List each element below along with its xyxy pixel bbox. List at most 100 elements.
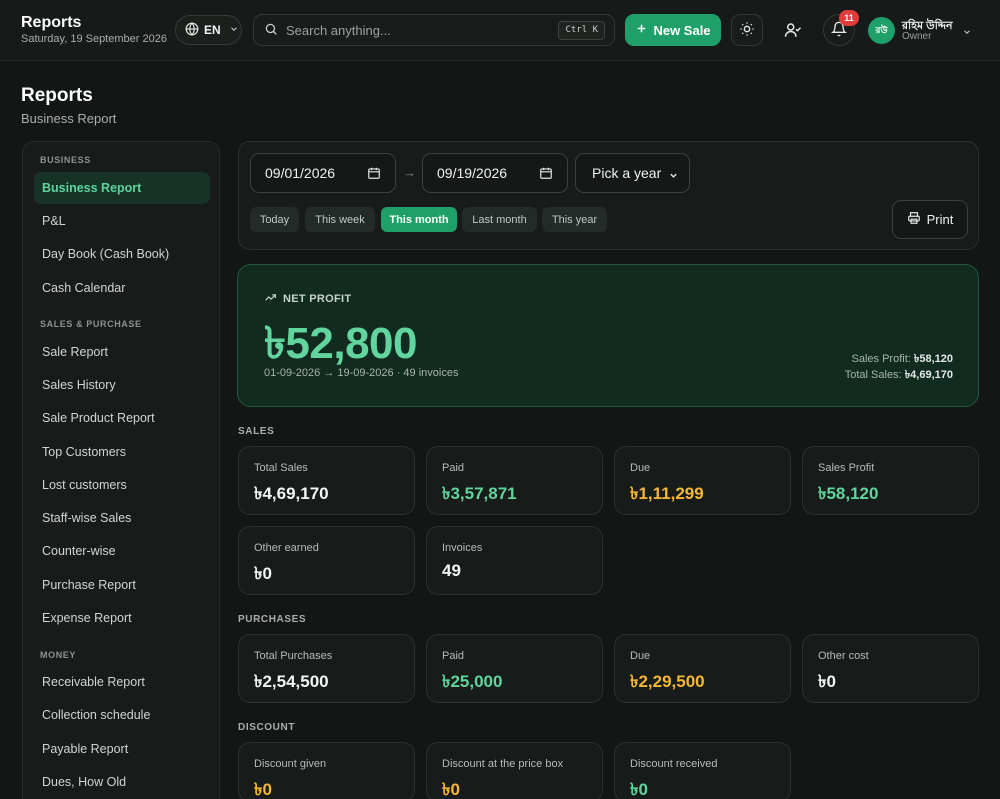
stat-label: Due: [630, 650, 651, 662]
sidebar-item-receivable-report[interactable]: Receivable Report: [34, 666, 210, 698]
user-switch-button[interactable]: [782, 20, 804, 42]
stat-card-sales-paid: Paid ৳3,57,871: [426, 446, 603, 515]
to-date-input[interactable]: 09/19/2026: [422, 153, 568, 193]
quick-range-last-month[interactable]: Last month: [462, 207, 537, 232]
quick-range-this-month[interactable]: This month: [381, 207, 457, 232]
stat-card-total-sales: Total Sales ৳4,69,170: [238, 446, 415, 515]
stat-value: ৳2,54,500: [254, 672, 329, 691]
stat-value: ৳2,29,500: [630, 672, 705, 691]
stat-value: ৳0: [254, 780, 272, 799]
year-select-value: Pick a year: [592, 165, 662, 181]
total-sales-label: Total Sales:: [844, 369, 902, 381]
page-title: Reports: [21, 85, 93, 106]
app-title: Reports: [21, 14, 82, 31]
print-button[interactable]: Print: [892, 200, 968, 239]
stat-card-discount-received: Discount received ৳0: [614, 742, 791, 799]
quick-range-today[interactable]: Today: [250, 207, 299, 232]
sidebar-item-p-and-l[interactable]: P&L: [34, 205, 210, 237]
stat-card-other-earned: Other earned ৳0: [238, 526, 415, 595]
stat-label: Other cost: [818, 650, 869, 662]
new-sale-button[interactable]: New Sale: [625, 14, 721, 46]
chevron-down-icon[interactable]: [962, 25, 972, 40]
net-profit-breakdown: Sales Profit: ৳58,120 Total Sales: ৳4,69…: [845, 351, 953, 383]
new-sale-label: New Sale: [653, 22, 711, 38]
stat-value: ৳58,120: [818, 484, 879, 503]
stat-value: ৳0: [818, 672, 836, 691]
sidebar-item-collection-schedule[interactable]: Collection schedule: [34, 699, 210, 731]
date-filter-card: 09/01/2026 → 09/19/2026 Pick a year Toda…: [238, 141, 979, 250]
stat-value: ৳3,57,871: [442, 484, 517, 503]
stat-value: ৳0: [254, 564, 272, 583]
sidebar-item-payable-report[interactable]: Payable Report: [34, 733, 210, 765]
quick-range-this-year[interactable]: This year: [542, 207, 607, 232]
stat-label: Sales Profit: [818, 462, 875, 474]
stat-card-sales-profit: Sales Profit ৳58,120: [802, 446, 979, 515]
net-profit-card: NET PROFIT ৳52,800 01-09-2026 → 19-09-20…: [237, 264, 979, 407]
sidebar-item-day-book[interactable]: Day Book (Cash Book): [34, 238, 210, 270]
sidebar-item-top-customers[interactable]: Top Customers: [34, 436, 210, 468]
total-sales-amount: ৳4,69,170: [904, 369, 953, 381]
print-label: Print: [926, 212, 954, 227]
language-switcher[interactable]: EN: [175, 15, 242, 45]
date-range-arrow: →: [403, 165, 416, 180]
from-date-value: 09/01/2026: [265, 165, 336, 181]
sidebar-item-business-report[interactable]: Business Report: [34, 172, 210, 204]
sidebar-item-staff-wise-sales[interactable]: Staff-wise Sales: [34, 502, 210, 534]
stat-value: ৳1,11,299: [630, 484, 704, 503]
stat-label: Other earned: [254, 542, 319, 554]
sidebar-item-lost-customers[interactable]: Lost customers: [34, 469, 210, 501]
sidebar-item-purchase-report[interactable]: Purchase Report: [34, 569, 210, 601]
calendar-icon[interactable]: [539, 166, 553, 183]
sun-icon: [739, 21, 755, 40]
globe-icon: [185, 21, 199, 39]
year-select[interactable]: Pick a year: [575, 153, 690, 193]
avatar[interactable]: রউ: [868, 17, 895, 44]
search-input[interactable]: [286, 22, 546, 38]
notification-count-badge: 11: [839, 10, 859, 26]
discount-section-title: DISCOUNT: [238, 722, 296, 733]
calendar-icon[interactable]: [367, 166, 381, 183]
search-icon: [264, 22, 278, 39]
stat-card-discount-given: Discount given ৳0: [238, 742, 415, 799]
stat-value: 49: [442, 561, 461, 580]
sidebar-item-sale-product-report[interactable]: Sale Product Report: [34, 402, 210, 434]
sales-section-title: SALES: [238, 426, 275, 437]
sidebar-item-counter-wise[interactable]: Counter-wise: [34, 535, 210, 567]
net-profit-heading: NET PROFIT: [264, 291, 351, 307]
stat-card-sales-due: Due ৳1,11,299: [614, 446, 791, 515]
sidebar-item-dues-how-old[interactable]: Dues, How Old: [34, 766, 210, 798]
quick-range-this-week[interactable]: This week: [305, 207, 375, 232]
top-bar: Reports Saturday, 19 September 2026 EN C…: [0, 0, 1000, 61]
current-date: Saturday, 19 September 2026: [21, 33, 167, 45]
page-subtitle: Business Report: [21, 111, 117, 126]
from-date-input[interactable]: 09/01/2026: [250, 153, 396, 193]
sidebar-section-sales-purchase: SALES & PURCHASE: [40, 319, 142, 329]
sidebar-item-cash-calendar[interactable]: Cash Calendar: [34, 272, 210, 304]
stat-card-invoices: Invoices 49: [426, 526, 603, 595]
sidebar-item-sale-report[interactable]: Sale Report: [34, 336, 210, 368]
sidebar-section-business: BUSINESS: [40, 155, 91, 165]
stat-label: Total Purchases: [254, 650, 333, 662]
printer-icon: [907, 211, 921, 228]
search-bar[interactable]: Ctrl K: [253, 14, 615, 46]
stat-label: Discount received: [630, 758, 718, 770]
sidebar-section-money: MONEY: [40, 650, 77, 660]
stat-card-discount-price-box: Discount at the price box ৳0: [426, 742, 603, 799]
stat-card-purchases-due: Due ৳2,29,500: [614, 634, 791, 703]
sidebar-item-sales-history[interactable]: Sales History: [34, 369, 210, 401]
net-profit-date-range: 01-09-2026 → 19-09-2026 · 49 invoices: [264, 367, 459, 379]
reports-sidebar: BUSINESS Business Report P&L Day Book (C…: [22, 141, 220, 799]
stat-card-other-cost: Other cost ৳0: [802, 634, 979, 703]
stat-value: ৳0: [442, 780, 460, 799]
stat-label: Discount at the price box: [442, 758, 564, 770]
sales-profit-amount: ৳58,120: [913, 353, 953, 365]
purchases-section-title: PURCHASES: [238, 614, 307, 625]
net-profit-label: NET PROFIT: [283, 293, 352, 305]
stat-label: Total Sales: [254, 462, 308, 474]
user-role: Owner: [902, 31, 932, 42]
trending-up-icon: [264, 291, 277, 307]
stat-value: ৳4,69,170: [254, 484, 329, 503]
theme-toggle-button[interactable]: [731, 14, 763, 46]
sidebar-item-expense-report[interactable]: Expense Report: [34, 602, 210, 634]
user-check-icon: [784, 21, 802, 42]
